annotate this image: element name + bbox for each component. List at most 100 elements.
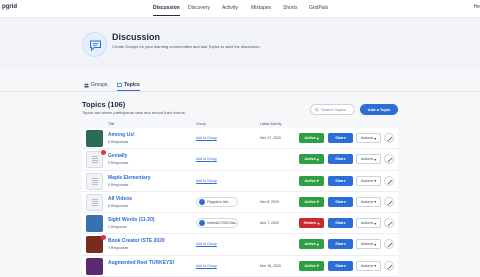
notification-badge	[101, 150, 106, 156]
logo[interactable]: pgrid	[2, 4, 17, 10]
latest-activity-date: Dec 8, 2020	[260, 199, 279, 204]
nav-shorts[interactable]: Shorts	[283, 5, 297, 11]
status-label: Active	[304, 242, 316, 247]
column-title[interactable]: Title	[108, 122, 114, 126]
chevron-down-icon: ▾	[374, 200, 377, 205]
topic-thumbnail[interactable]	[86, 215, 103, 233]
add-to-group-link[interactable]: Add to Group	[196, 242, 217, 246]
group-chip-label: #nberACTIVEClas...	[207, 221, 238, 226]
tab-topics-label: Topics	[124, 82, 140, 88]
topic-title[interactable]: Sight Words (11-20)	[108, 217, 155, 223]
topic-row[interactable]: Among Us! 6 Responses Add to Group Dec 1…	[82, 128, 398, 150]
edit-button[interactable]	[384, 260, 394, 271]
topic-row[interactable]: Augmented Reel TURKEYS! Add to Group Nov…	[82, 255, 398, 277]
topic-title[interactable]: Maple Elementary	[108, 175, 151, 181]
add-to-group-link[interactable]: Add to Group	[196, 157, 217, 161]
actions-dropdown[interactable]: Actions ▾	[356, 154, 381, 165]
pencil-icon	[387, 221, 393, 227]
column-latest-activity[interactable]: Latest Activity	[260, 122, 281, 126]
chevron-down-icon: ▾	[374, 221, 377, 226]
chevron-down-icon: ▾	[317, 221, 320, 226]
chevron-down-icon: ▾	[374, 264, 377, 269]
status-dropdown[interactable]: Hidden ▾	[299, 218, 324, 229]
edit-button[interactable]	[384, 239, 394, 250]
edit-button[interactable]	[384, 133, 394, 143]
topic-row[interactable]: Sight Words (11-20) 1 Response #nberACTI…	[82, 213, 398, 235]
topic-thumbnail[interactable]	[86, 193, 103, 211]
share-button[interactable]: Share	[328, 154, 353, 165]
topic-title[interactable]: Genially	[108, 153, 127, 159]
add-to-group-link[interactable]: Add to Group	[196, 264, 217, 268]
topic-title[interactable]: All Videos	[108, 196, 132, 202]
nav-gridpals[interactable]: GridPals	[309, 5, 328, 11]
add-topic-button[interactable]: Add a Topic	[360, 104, 398, 115]
actions-dropdown[interactable]: Actions ▾	[356, 239, 381, 250]
chevron-down-icon: ▾	[316, 157, 319, 162]
status-dropdown[interactable]: Active ▾	[299, 133, 324, 143]
share-button[interactable]: Share	[328, 133, 353, 143]
topic-row[interactable]: Maple Elementary 0 Responses Add to Grou…	[82, 170, 398, 192]
status-dropdown[interactable]: Active ▾	[299, 175, 324, 186]
status-label: Active	[304, 136, 316, 140]
topic-row[interactable]: Genially 0 Responses Add to Group Active…	[82, 149, 398, 171]
search-topics-input[interactable]: Search Topics	[310, 104, 355, 115]
latest-activity-date: Nov 7, 2020	[260, 221, 279, 226]
share-button[interactable]: Share	[328, 196, 353, 207]
actions-dropdown[interactable]: Actions ▾	[356, 260, 381, 271]
topic-row[interactable]: All Videos 6 Responses Flipgrid in the..…	[82, 191, 398, 214]
status-dropdown[interactable]: Active ▾	[299, 260, 324, 271]
topic-thumbnail[interactable]	[86, 130, 103, 147]
add-to-group-link[interactable]: Add to Group	[196, 179, 217, 183]
topic-thumbnail[interactable]	[86, 257, 103, 275]
share-button[interactable]: Share	[328, 175, 353, 186]
chevron-down-icon: ▾	[316, 242, 319, 247]
discussion-header: Discussion Create Groups for your learni…	[0, 18, 480, 69]
search-icon	[315, 107, 319, 112]
actions-label: Actions	[360, 157, 374, 162]
actions-label: Actions	[360, 199, 374, 204]
status-dropdown[interactable]: Active ▾	[299, 239, 324, 250]
tab-groups[interactable]: Groups	[84, 82, 107, 88]
actions-label: Actions	[360, 221, 374, 226]
topic-thumbnail[interactable]	[86, 236, 103, 254]
add-to-group-link[interactable]: Add to Group	[196, 136, 217, 140]
group-chip[interactable]: Flipgrid in the...	[196, 196, 238, 207]
column-group[interactable]: Group	[196, 122, 206, 126]
share-button[interactable]: Share	[328, 218, 353, 229]
edit-button[interactable]	[384, 175, 394, 186]
edit-button[interactable]	[384, 218, 394, 229]
edit-button[interactable]	[384, 154, 394, 165]
status-label: Active	[304, 263, 316, 268]
topic-title[interactable]: Among Us!	[108, 132, 135, 138]
status-label: Active	[304, 199, 316, 204]
actions-dropdown[interactable]: Actions ▾	[356, 175, 381, 186]
top-nav-bar: pgrid Discussion Discovery Activity Mixt…	[0, 0, 480, 18]
nav-discovery[interactable]: Discovery	[188, 5, 210, 11]
chevron-down-icon: ▾	[374, 157, 377, 162]
actions-label: Actions	[360, 136, 374, 140]
status-dropdown[interactable]: Active ▾	[299, 196, 324, 207]
topic-title[interactable]: Augmented Reel TURKEYS!	[108, 260, 174, 266]
topic-thumbnail[interactable]	[86, 172, 103, 190]
share-button[interactable]: Share	[328, 260, 353, 271]
edit-button[interactable]	[384, 196, 394, 207]
nav-mixtapes[interactable]: Mixtapes	[251, 5, 271, 11]
group-chip-label: Flipgrid in the...	[207, 199, 231, 204]
nav-activity[interactable]: Activity	[222, 5, 238, 11]
actions-dropdown[interactable]: Actions ▾	[356, 218, 381, 229]
actions-dropdown[interactable]: Actions ▾	[356, 133, 381, 143]
pencil-icon	[387, 200, 393, 206]
nav-discussion[interactable]: Discussion	[153, 5, 180, 16]
group-chip[interactable]: #nberACTIVEClas...	[196, 218, 238, 229]
actions-label: Actions	[360, 178, 374, 183]
tab-topics[interactable]: Topics	[117, 82, 140, 91]
topic-title[interactable]: Book Creator ISTE 2020	[108, 238, 165, 244]
actions-dropdown[interactable]: Actions ▾	[356, 196, 381, 207]
status-dropdown[interactable]: Active ▾	[299, 154, 324, 165]
user-menu[interactable]: He	[474, 4, 480, 10]
status-label: Hidden	[303, 221, 317, 226]
topic-row[interactable]: Book Creator ISTE 2020 0 Responses Add t…	[82, 234, 398, 256]
share-button[interactable]: Share	[328, 239, 353, 250]
group-icon	[199, 198, 205, 205]
pencil-icon	[387, 158, 393, 163]
